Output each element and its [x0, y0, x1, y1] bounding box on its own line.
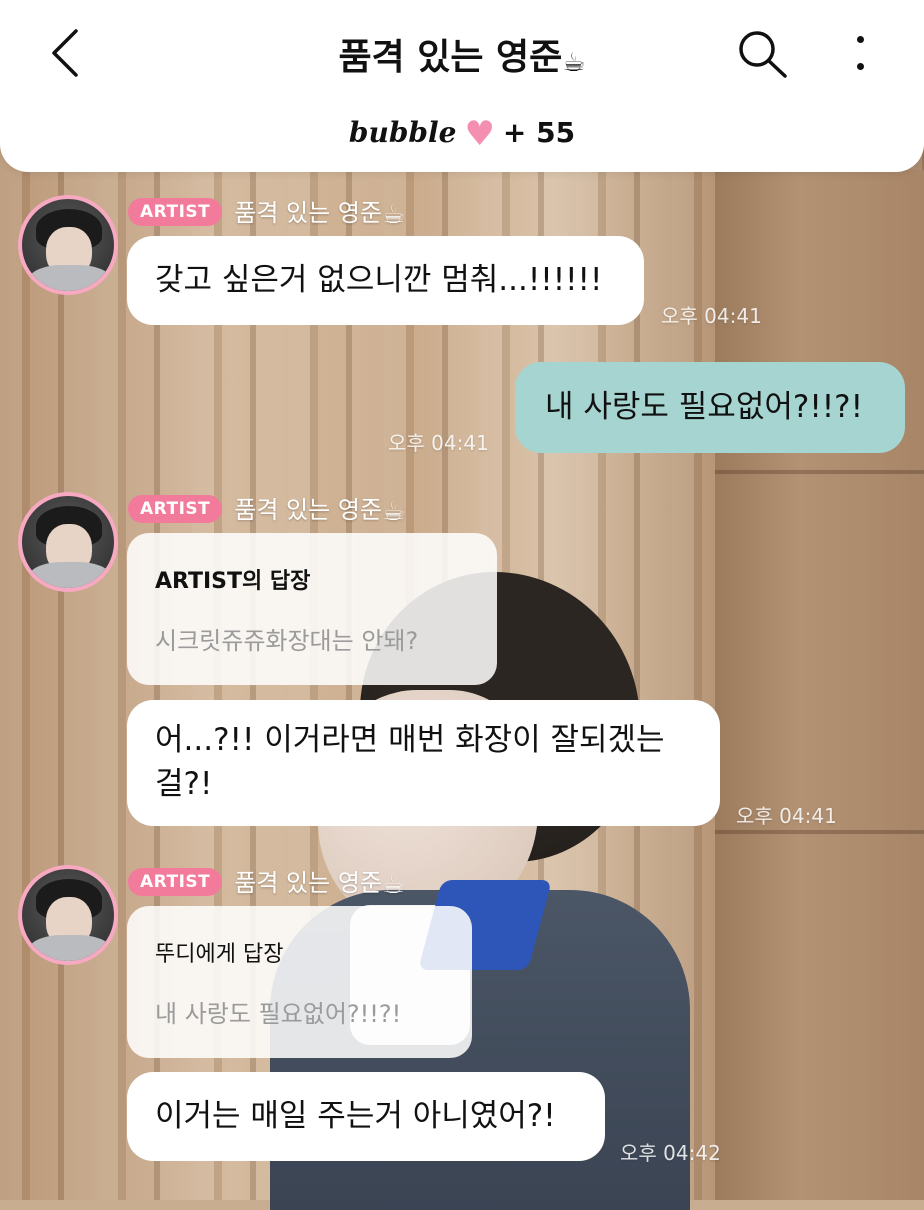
- search-button[interactable]: [735, 28, 791, 80]
- message-text-line: 어...?!! 이거라면 매번 화장이 잘되겠는: [155, 722, 665, 758]
- coffee-icon: ☕: [382, 200, 406, 230]
- my-message-bubble[interactable]: 내 사랑도 필요없어?!!?!: [515, 362, 905, 453]
- reply-preview[interactable]: 뚜디에게 답장 내 사랑도 필요없어?!!?!: [127, 906, 472, 1058]
- artist-badge: ARTIST: [128, 494, 223, 523]
- more-button[interactable]: [842, 30, 878, 76]
- sender-row: ARTIST 품격 있는 영준☕: [128, 863, 405, 900]
- reply-quote: 내 사랑도 필요없어?!!?!: [155, 1000, 402, 1028]
- artist-badge: ARTIST: [128, 867, 223, 896]
- more-dot-icon: [856, 36, 864, 43]
- reply-quote: 시크릿쥬쥬화장대는 안돼?: [155, 627, 419, 655]
- reply-header: 뚜디에게 답장: [155, 942, 284, 967]
- artist-avatar[interactable]: [18, 492, 118, 592]
- message-time: 오후 04:41: [388, 431, 489, 455]
- search-icon: [739, 31, 787, 78]
- reply-preview[interactable]: ARTIST의 답장 시크릿쥬쥬화장대는 안돼?: [127, 533, 497, 685]
- sender-name: 품격 있는 영준☕: [234, 199, 406, 230]
- sender-row: ARTIST 품격 있는 영준☕: [128, 193, 405, 230]
- artist-avatar[interactable]: [18, 195, 118, 295]
- message-bubble[interactable]: 어...?!! 이거라면 매번 화장이 잘되겠는 걸?!: [127, 700, 720, 826]
- bubble-count: + 55: [502, 116, 576, 149]
- more-dot-icon: [856, 63, 864, 70]
- bubble-logo: bubble: [348, 116, 457, 149]
- message-time: 오후 04:41: [736, 804, 837, 828]
- sender-name: 품격 있는 영준☕: [234, 869, 406, 900]
- message-text: 내 사랑도 필요없어?!!?!: [545, 389, 864, 425]
- chat-title-text: 품격 있는 영준: [338, 37, 563, 78]
- message-time: 오후 04:41: [661, 304, 762, 328]
- coffee-icon: ☕: [562, 48, 586, 78]
- chat-header: 품격 있는 영준☕ bubble ♥ + 55: [0, 0, 924, 172]
- bubble-brand-bar: bubble ♥ + 55: [0, 114, 924, 154]
- coffee-icon: ☕: [382, 497, 406, 527]
- artist-avatar[interactable]: [18, 865, 118, 965]
- message-text-line: 걸?!: [155, 766, 213, 802]
- message-text: 이거는 매일 주는거 아니였어?!: [155, 1098, 556, 1134]
- message-bubble[interactable]: 이거는 매일 주는거 아니였어?!: [127, 1072, 605, 1161]
- artist-badge: ARTIST: [128, 197, 223, 226]
- heart-icon: ♥: [464, 114, 495, 154]
- message-text: 갖고 싶은거 없으니깐 멈춰...!!!!!!: [155, 262, 603, 298]
- message-time: 오후 04:42: [620, 1141, 721, 1165]
- sender-row: ARTIST 품격 있는 영준☕: [128, 490, 405, 527]
- sender-name: 품격 있는 영준☕: [234, 496, 406, 527]
- reply-header: ARTIST의 답장: [155, 569, 311, 594]
- coffee-icon: ☕: [382, 870, 406, 900]
- message-bubble[interactable]: 갖고 싶은거 없으니깐 멈춰...!!!!!!: [127, 236, 644, 325]
